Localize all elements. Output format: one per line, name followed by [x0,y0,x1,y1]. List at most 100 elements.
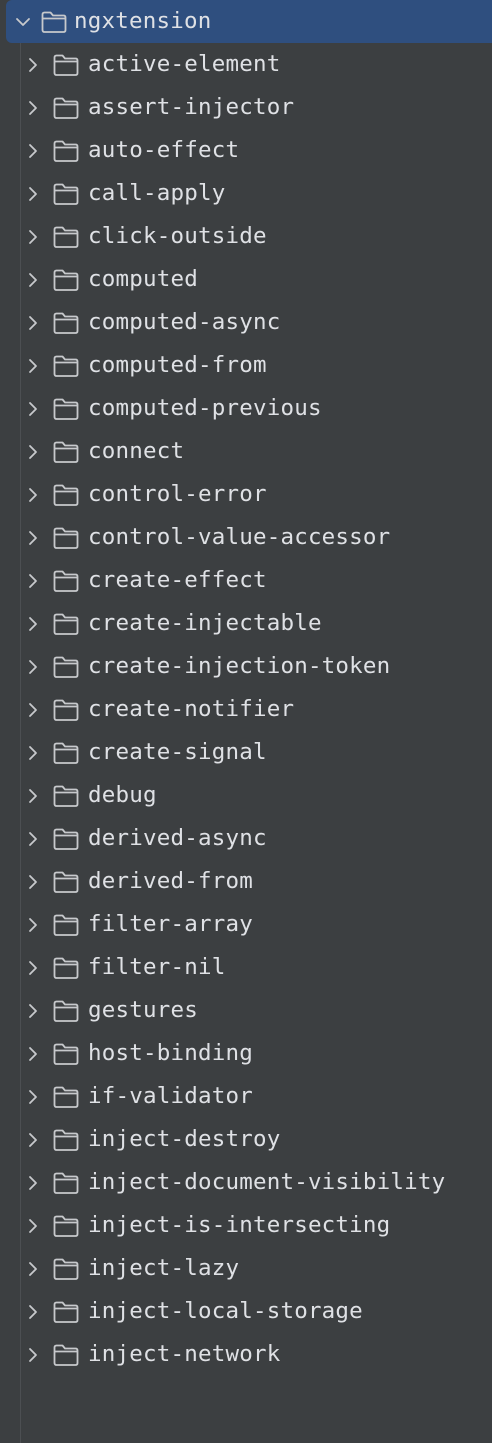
chevron-right-icon[interactable] [24,357,42,375]
tree-node-ngxtension[interactable]: ngxtension [6,0,492,43]
tree-node-label: debug [88,782,157,808]
chevron-right-icon[interactable] [24,400,42,418]
tree-node-2[interactable]: auto-effect [0,129,492,172]
chevron-right-icon[interactable] [24,916,42,934]
tree-node-17[interactable]: debug [0,774,492,817]
tree-node-25[interactable]: inject-destroy [0,1118,492,1161]
tree-node-label: inject-document-visibility [88,1169,446,1195]
folder-icon [52,999,80,1023]
tree-node-6[interactable]: computed-async [0,301,492,344]
folder-icon [52,827,80,851]
chevron-right-icon[interactable] [24,314,42,332]
folder-icon [52,870,80,894]
tree-node-label: assert-injector [88,94,295,120]
tree-node-10[interactable]: control-error [0,473,492,516]
folder-icon [52,96,80,120]
chevron-right-icon[interactable] [24,658,42,676]
tree-node-7[interactable]: computed-from [0,344,492,387]
tree-node-26[interactable]: inject-document-visibility [0,1161,492,1204]
tree-node-24[interactable]: if-validator [0,1075,492,1118]
tree-node-8[interactable]: computed-previous [0,387,492,430]
tree-node-label: host-binding [88,1040,253,1066]
tree-node-label: control-value-accessor [88,524,391,550]
folder-icon [52,354,80,378]
folder-icon [52,1300,80,1324]
chevron-right-icon[interactable] [24,959,42,977]
tree-node-15[interactable]: create-notifier [0,688,492,731]
tree-node-23[interactable]: host-binding [0,1032,492,1075]
chevron-right-icon[interactable] [24,56,42,74]
tree-node-20[interactable]: filter-array [0,903,492,946]
tree-node-4[interactable]: click-outside [0,215,492,258]
tree-node-11[interactable]: control-value-accessor [0,516,492,559]
chevron-right-icon[interactable] [24,744,42,762]
chevron-right-icon[interactable] [24,271,42,289]
chevron-right-icon[interactable] [24,1045,42,1063]
chevron-right-icon[interactable] [24,99,42,117]
tree-children: active-element assert-injector auto-effect… [0,43,492,1376]
chevron-right-icon[interactable] [24,873,42,891]
chevron-right-icon[interactable] [24,701,42,719]
tree-node-label: filter-nil [88,954,226,980]
tree-node-label: computed-async [88,309,281,335]
chevron-right-icon[interactable] [24,185,42,203]
chevron-right-icon[interactable] [24,1260,42,1278]
tree-node-label: click-outside [88,223,267,249]
tree-node-label: inject-destroy [88,1126,281,1152]
tree-node-18[interactable]: derived-async [0,817,492,860]
chevron-right-icon[interactable] [24,529,42,547]
tree-node-label: create-notifier [88,696,295,722]
chevron-right-icon[interactable] [24,615,42,633]
folder-icon [40,10,68,34]
tree-node-28[interactable]: inject-lazy [0,1247,492,1290]
tree-node-21[interactable]: filter-nil [0,946,492,989]
folder-icon [52,1085,80,1109]
tree-node-9[interactable]: connect [0,430,492,473]
folder-icon [52,569,80,593]
chevron-right-icon[interactable] [24,787,42,805]
chevron-right-icon[interactable] [24,1002,42,1020]
folder-icon [52,440,80,464]
chevron-right-icon[interactable] [24,142,42,160]
folder-icon [52,913,80,937]
chevron-right-icon[interactable] [24,1174,42,1192]
tree-node-19[interactable]: derived-from [0,860,492,903]
tree-node-label: auto-effect [88,137,240,163]
tree-node-27[interactable]: inject-is-intersecting [0,1204,492,1247]
chevron-right-icon[interactable] [24,830,42,848]
tree-node-3[interactable]: call-apply [0,172,492,215]
tree-node-label: control-error [88,481,267,507]
chevron-right-icon[interactable] [24,1346,42,1364]
tree-node-label: computed [88,266,198,292]
folder-icon [52,397,80,421]
chevron-down-icon[interactable] [14,13,32,31]
tree-node-29[interactable]: inject-local-storage [0,1290,492,1333]
tree-node-12[interactable]: create-effect [0,559,492,602]
tree-node-label: connect [88,438,185,464]
folder-icon [52,1171,80,1195]
chevron-right-icon[interactable] [24,443,42,461]
chevron-right-icon[interactable] [24,486,42,504]
folder-icon [52,182,80,206]
chevron-right-icon[interactable] [24,1088,42,1106]
chevron-right-icon[interactable] [24,1131,42,1149]
folder-icon [52,612,80,636]
folder-icon [52,1257,80,1281]
tree-node-label: computed-from [88,352,267,378]
folder-icon [52,311,80,335]
tree-node-14[interactable]: create-injection-token [0,645,492,688]
chevron-right-icon[interactable] [24,572,42,590]
folder-icon [52,139,80,163]
chevron-right-icon[interactable] [24,1217,42,1235]
tree-node-label: inject-lazy [88,1255,240,1281]
tree-node-13[interactable]: create-injectable [0,602,492,645]
folder-icon [52,698,80,722]
chevron-right-icon[interactable] [24,1303,42,1321]
tree-node-16[interactable]: create-signal [0,731,492,774]
chevron-right-icon[interactable] [24,228,42,246]
tree-node-22[interactable]: gestures [0,989,492,1032]
tree-node-5[interactable]: computed [0,258,492,301]
tree-node-30[interactable]: inject-network [0,1333,492,1376]
tree-node-0[interactable]: active-element [0,43,492,86]
tree-node-1[interactable]: assert-injector [0,86,492,129]
